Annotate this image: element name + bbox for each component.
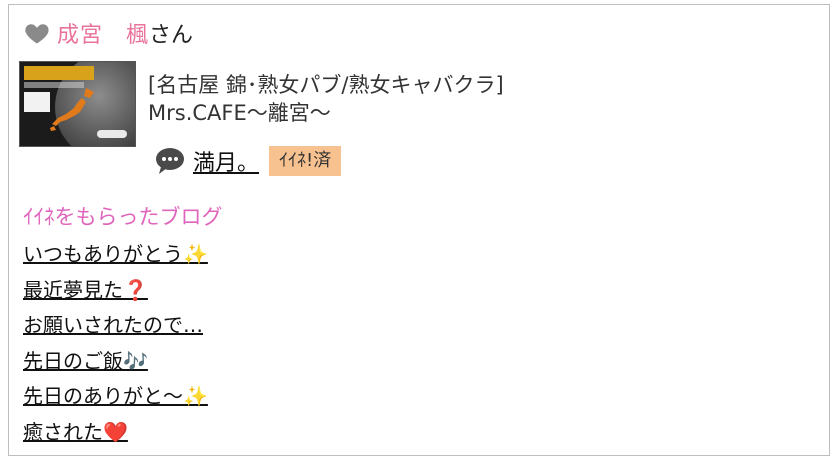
heart-icon (25, 24, 49, 44)
post-title-link[interactable]: 満月。 (193, 145, 259, 177)
red-heart-icon: ❤️ (103, 419, 128, 444)
shop-info: [名古屋 錦･熟女パブ/熟女キャバクラ] Mrs.CAFE～離宮～ (148, 61, 504, 147)
blog-link[interactable]: 最近夢見た❓ (23, 273, 208, 309)
cast-name-link[interactable]: 成宮 楓 (57, 17, 149, 49)
blog-title: 癒された (23, 419, 103, 444)
like-done-badge: ｲｲﾈ!済 (269, 146, 342, 176)
blog-link[interactable]: 先日のありがと～✨ (23, 379, 208, 415)
blog-title: お願いされたので… (23, 313, 203, 337)
blog-title: いつもありがとう (23, 242, 183, 266)
liked-blogs-heading: ｲｲﾈをもらったブログ (23, 205, 223, 229)
blog-title: 先日のご飯 (23, 348, 123, 373)
speech-bubble-icon (156, 148, 184, 174)
blog-title: 最近夢見た (23, 277, 123, 302)
shop-name[interactable]: Mrs.CAFE～離宮～ (148, 99, 504, 127)
japan-map-graphic (50, 88, 94, 131)
cast-header: 成宮 楓 さん (23, 17, 193, 49)
shop-block: [名古屋 錦･熟女パブ/熟女キャバクラ] Mrs.CAFE～離宮～ (19, 61, 504, 147)
shop-category: [名古屋 錦･熟女パブ/熟女キャバクラ] (148, 73, 504, 97)
blog-link[interactable]: 先日のご飯🎶 (23, 344, 208, 380)
post-row: 満月。 ｲｲﾈ!済 (155, 145, 342, 177)
blog-link[interactable]: 癒された❤️ (23, 415, 208, 451)
post-thumbnail-image[interactable] (19, 61, 136, 147)
sparkles-icon: ✨ (183, 242, 208, 266)
blog-title: 先日のありがと～ (23, 384, 183, 408)
sparkles-icon: ✨ (183, 384, 208, 408)
blog-link[interactable]: お願いされたので… (23, 308, 208, 344)
blog-link[interactable]: いつもありがとう✨ (23, 237, 208, 273)
music-notes-icon: 🎶 (123, 348, 148, 373)
cast-name-suffix: さん (149, 23, 194, 48)
liked-blog-list: いつもありがとう✨ 最近夢見た❓ お願いされたので… 先日のご飯🎶 先日のありが… (23, 237, 208, 450)
blog-like-card: 成宮 楓 さん [名古屋 錦･熟女パブ/熟女キャバクラ] Mrs.CAFE～離宮… (8, 4, 830, 456)
question-mark-icon: ❓ (123, 277, 148, 302)
